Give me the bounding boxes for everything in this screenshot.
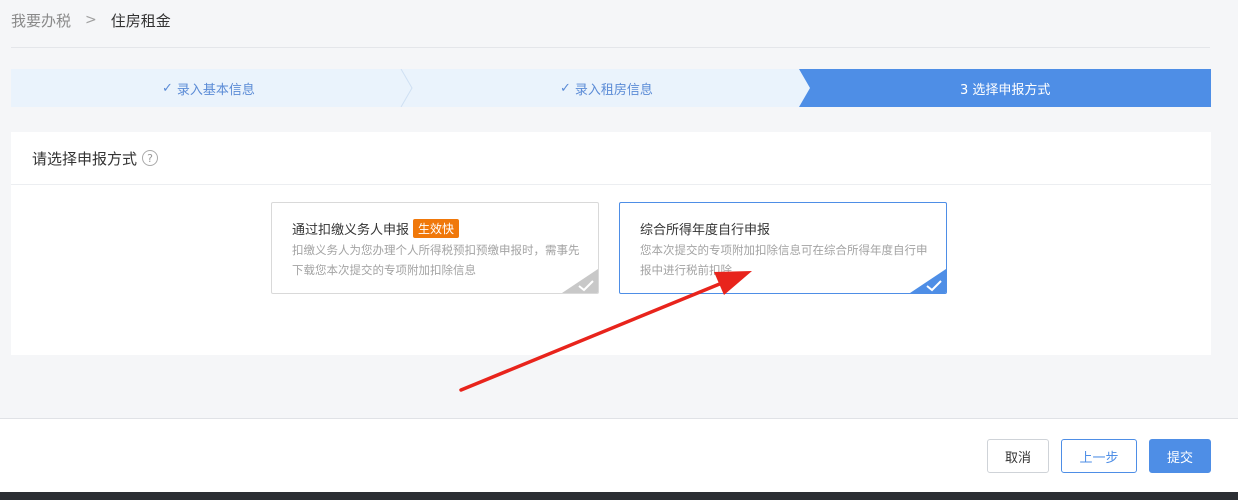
option-withholding-agent[interactable]: 通过扣缴义务人申报 生效快 扣缴义务人为您办理个人所得税预扣预缴申报时，需事先下… [271,202,599,294]
panel-title: 请选择申报方式 [32,149,138,168]
submit-button[interactable]: 提交 [1149,439,1211,473]
breadcrumb-link-tax[interactable]: 我要办税 [11,10,71,31]
step-choose-method: 3 选择申报方式 [960,69,1050,107]
step-label: 3 选择申报方式 [960,82,1051,98]
breadcrumb-current: 住房租金 [110,11,171,30]
breadcrumb: 我要办税 > 住房租金 [11,8,171,32]
declaration-method-panel: 请选择申报方式 ? 通过扣缴义务人申报 生效快 扣缴义务人为您办理个人所得税预扣… [11,132,1211,355]
step-rent-info: ✓ 录入租房信息 [560,69,653,107]
option-title: 通过扣缴义务人申报 [292,223,410,238]
question-icon[interactable]: ? [142,150,159,166]
option-description: 您本次提交的专项附加扣除信息可在综合所得年度自行申报中进行税前扣除 [640,243,928,277]
breadcrumb-separator: > [85,12,97,28]
step-label: 录入租房信息 [574,82,653,98]
step-progress: ✓ 录入基本信息 ✓ 录入租房信息 3 选择申报方式 [11,69,1211,107]
option-title-row: 通过扣缴义务人申报 生效快 [292,219,460,238]
option-description: 扣缴义务人为您办理个人所得税预扣预缴申报时，需事先下载您本次提交的专项附加扣除信… [292,243,580,277]
step-label: 录入基本信息 [176,82,255,98]
check-icon: ✓ [560,80,571,96]
divider [11,47,1210,48]
option-title: 综合所得年度自行申报 [640,223,771,238]
unchecked-corner-icon [562,269,598,293]
step-basic-info: ✓ 录入基本信息 [162,69,255,107]
option-annual-self-declaration[interactable]: 综合所得年度自行申报 您本次提交的专项附加扣除信息可在综合所得年度自行申报中进行… [619,202,947,294]
taskbar-strip [0,492,1238,500]
footer-bar: 取消 上一步 提交 [0,418,1238,492]
cancel-button[interactable]: 取消 [987,439,1049,473]
previous-step-button[interactable]: 上一步 [1061,439,1137,473]
checked-corner-icon [910,269,946,293]
panel-header: 请选择申报方式 ? [11,132,1211,185]
check-icon: ✓ [162,80,173,96]
fast-badge: 生效快 [413,219,460,238]
option-title-row: 综合所得年度自行申报 [640,219,770,238]
